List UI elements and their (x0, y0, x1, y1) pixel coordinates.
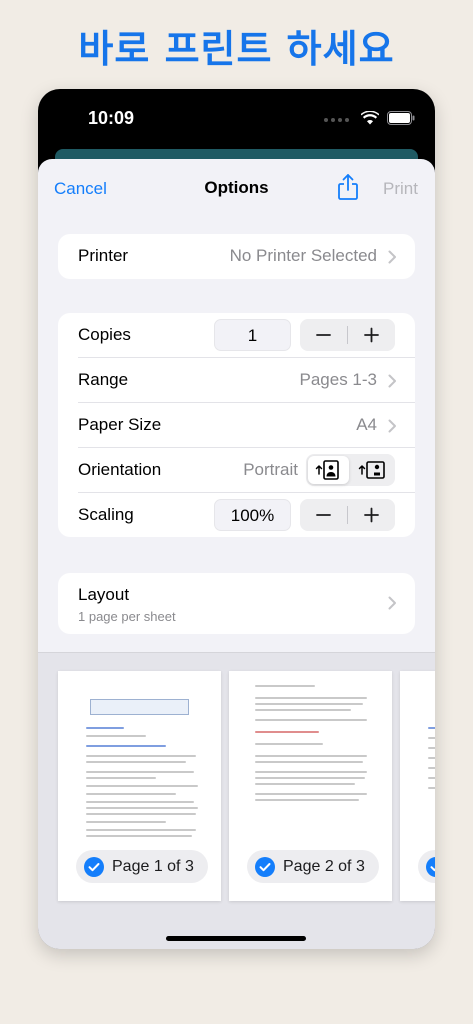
copies-field[interactable]: 1 (214, 319, 291, 351)
portrait-button[interactable] (308, 456, 349, 484)
cancel-button[interactable]: Cancel (54, 179, 107, 199)
checkmark-circle-icon (426, 856, 435, 877)
paper-size-label: Paper Size (78, 415, 162, 434)
promo-headline: 바로 프린트 하세요 (78, 27, 395, 71)
page-3-badge (418, 850, 435, 883)
orientation-label: Orientation (78, 460, 162, 479)
page-1-label: Page 1 of 3 (112, 857, 194, 875)
portrait-orientation-icon (315, 460, 339, 480)
paper-size-value: A4 (356, 415, 377, 434)
printer-value: No Printer Selected (229, 246, 377, 265)
paper-size-row[interactable]: Paper Size A4 (58, 403, 415, 448)
status-time: 10:09 (88, 108, 135, 128)
checkmark-circle-icon (84, 856, 104, 877)
chevron-right-icon (388, 250, 396, 264)
page-preview-1[interactable]: Page 1 of 3 (58, 671, 221, 901)
orientation-value: Portrait (243, 460, 298, 479)
battery-icon (387, 111, 415, 125)
scaling-decrement-button[interactable] (300, 499, 347, 531)
range-value: Pages 1-3 (299, 370, 378, 389)
print-options-sheet: Cancel Options Print Printer No Printer … (38, 159, 435, 949)
copies-decrement-button[interactable] (300, 319, 347, 351)
page-1-badge: Page 1 of 3 (76, 850, 208, 883)
layout-label: Layout (78, 585, 130, 604)
layout-card[interactable]: Layout 1 page per sheet (58, 573, 415, 634)
page-2-label: Page 2 of 3 (283, 857, 365, 875)
page-preview-2[interactable]: Page 2 of 3 (229, 671, 392, 901)
copies-increment-button[interactable] (348, 319, 395, 351)
phone-screen: 10:09 Cancel Options Print Printer No Pr… (38, 89, 435, 949)
scaling-stepper (300, 499, 395, 531)
plus-icon (364, 507, 379, 523)
scaling-label: Scaling (78, 505, 134, 524)
page-previews: Page 1 of 3 Page 2 of 3 (38, 652, 435, 949)
printer-row[interactable]: Printer No Printer Selected (58, 234, 415, 279)
wifi-icon (361, 111, 379, 125)
scaling-row: Scaling 100% (58, 493, 415, 538)
options-card: Copies 1 Range Pages 1-3 Paper Size A4 O… (58, 313, 415, 537)
nav-bar: Cancel Options Print (38, 159, 435, 217)
printer-card: Printer No Printer Selected (58, 234, 415, 279)
minus-icon (316, 334, 331, 336)
page-2-badge: Page 2 of 3 (247, 850, 379, 883)
chevron-right-icon (388, 419, 396, 433)
dots-icon (324, 118, 349, 122)
plus-icon (364, 327, 379, 343)
minus-icon (316, 514, 331, 516)
chevron-right-icon (388, 374, 396, 388)
page-preview-3[interactable] (400, 671, 435, 901)
scaling-field[interactable]: 100% (214, 499, 291, 531)
share-icon[interactable] (336, 173, 360, 201)
range-row[interactable]: Range Pages 1-3 (58, 358, 415, 403)
range-label: Range (78, 370, 129, 389)
print-button[interactable]: Print (383, 179, 418, 199)
document-heading (90, 699, 189, 715)
copies-label: Copies (78, 325, 131, 344)
landscape-button[interactable] (352, 456, 393, 484)
copies-row: Copies 1 (58, 313, 415, 358)
scaling-increment-button[interactable] (348, 499, 395, 531)
printer-label: Printer (78, 246, 129, 265)
orientation-segmented-control (306, 454, 395, 486)
home-indicator[interactable] (166, 936, 306, 941)
layout-sublabel: 1 page per sheet (78, 609, 176, 624)
chevron-right-icon (388, 596, 396, 610)
landscape-orientation-icon (358, 461, 385, 479)
checkmark-circle-icon (255, 856, 275, 877)
status-bar: 10:09 (38, 89, 435, 149)
copies-stepper (300, 319, 395, 351)
orientation-row: Orientation Portrait (58, 448, 415, 493)
